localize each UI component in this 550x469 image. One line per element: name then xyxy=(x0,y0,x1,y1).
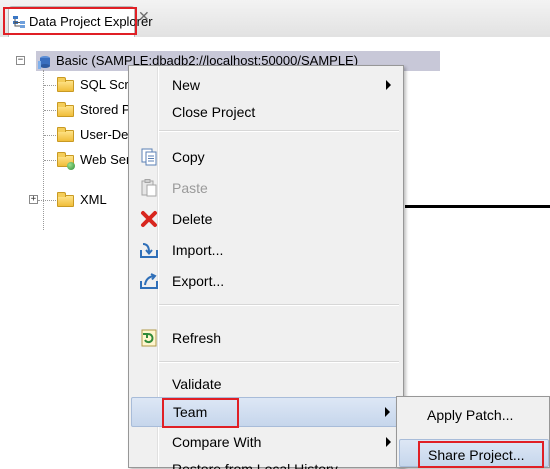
expand-icon[interactable]: + xyxy=(29,195,38,204)
tree-item-xml[interactable]: XML xyxy=(80,189,107,211)
menu-item-label: Share Project... xyxy=(428,447,525,463)
export-icon xyxy=(140,273,158,289)
menu-item-apply-patch[interactable]: Apply Patch... xyxy=(399,400,549,430)
menu-separator xyxy=(159,304,399,306)
menu-item-label: Team xyxy=(173,404,208,420)
globe-overlay-icon xyxy=(67,162,75,170)
menu-item-refresh[interactable]: Refresh xyxy=(129,323,403,353)
tree-guide-line xyxy=(44,110,56,111)
delete-icon xyxy=(141,211,157,227)
context-menu: New Close Project Copy Paste Delete Impo… xyxy=(128,65,404,469)
tree-guide-line xyxy=(44,85,56,86)
menu-item-restore-from-local-history[interactable]: Restore from Local History... xyxy=(129,455,403,469)
paste-icon xyxy=(141,179,157,197)
menu-item-copy[interactable]: Copy xyxy=(129,142,403,172)
tree-guide-line xyxy=(43,70,44,230)
menu-item-team[interactable]: Team xyxy=(131,397,401,427)
tree-guide-line xyxy=(44,160,56,161)
folder-icon xyxy=(57,192,74,207)
menu-item-label: Paste xyxy=(172,180,208,196)
menu-item-paste[interactable]: Paste xyxy=(129,173,403,203)
annotation-line xyxy=(405,205,550,208)
menu-item-validate[interactable]: Validate xyxy=(129,369,403,399)
folder-icon xyxy=(57,127,74,142)
menu-item-share-project[interactable]: Share Project... xyxy=(399,439,549,467)
menu-separator xyxy=(159,130,399,132)
view-tab-bar: Data Project Explorer ✕ xyxy=(0,0,550,38)
menu-item-label: Export... xyxy=(172,273,225,289)
data-project-explorer-icon xyxy=(13,16,25,28)
copy-icon xyxy=(141,148,157,166)
menu-item-label: Apply Patch... xyxy=(427,407,514,423)
import-icon xyxy=(140,243,158,258)
menu-separator xyxy=(159,361,399,363)
tree-guide-line xyxy=(44,135,56,136)
submenu-arrow-icon xyxy=(386,437,391,447)
refresh-icon xyxy=(141,329,157,347)
folder-icon xyxy=(57,77,74,92)
menu-item-label: Delete xyxy=(172,211,213,227)
menu-item-label: Copy xyxy=(172,149,205,165)
menu-item-label: Validate xyxy=(172,376,222,392)
project-icon xyxy=(38,56,50,69)
menu-item-label: Import... xyxy=(172,242,224,258)
data-project-explorer-tab[interactable]: Data Project Explorer xyxy=(8,6,153,37)
menu-item-import[interactable]: Import... xyxy=(129,235,403,265)
submenu-arrow-icon xyxy=(385,407,390,417)
menu-item-label: Close Project xyxy=(172,104,256,120)
tree-guide-line xyxy=(38,200,56,201)
close-icon[interactable]: ✕ xyxy=(138,9,150,25)
tree-item-label: XML xyxy=(80,192,107,207)
menu-item-new[interactable]: New xyxy=(129,70,403,100)
submenu-arrow-icon xyxy=(386,80,391,90)
view-tab-label: Data Project Explorer xyxy=(29,14,153,29)
menu-item-compare-with[interactable]: Compare With xyxy=(129,427,403,457)
folder-icon xyxy=(57,102,74,117)
team-submenu: Apply Patch... Share Project... xyxy=(396,396,550,468)
menu-item-label: Compare With xyxy=(172,434,262,450)
menu-item-label: Refresh xyxy=(172,330,222,346)
menu-item-delete[interactable]: Delete xyxy=(129,204,403,234)
menu-item-label: New xyxy=(172,77,201,93)
menu-item-export[interactable]: Export... xyxy=(129,266,403,296)
menu-item-close-project[interactable]: Close Project xyxy=(129,97,403,127)
collapse-icon[interactable]: − xyxy=(16,56,25,65)
